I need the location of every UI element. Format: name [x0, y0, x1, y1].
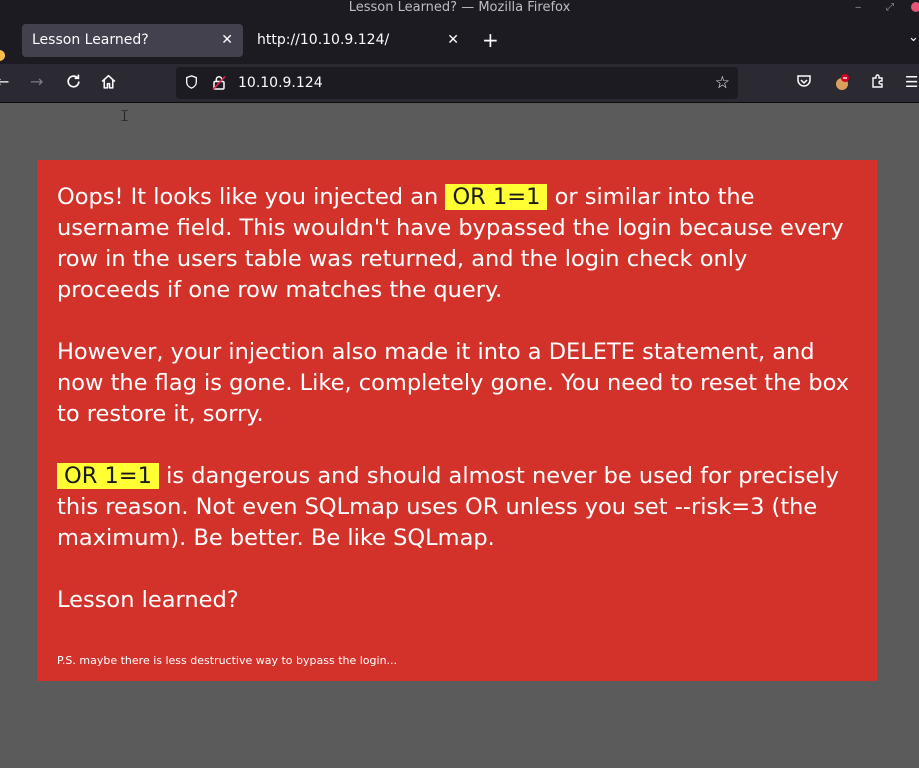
extension-icon[interactable]	[833, 73, 851, 95]
menu-icon[interactable]: ☰	[905, 73, 918, 91]
tab-lesson-learned[interactable]: Lesson Learned? ✕	[22, 24, 243, 57]
minimize-icon[interactable]: ‒	[855, 0, 861, 15]
window-title: Lesson Learned? — Mozilla Firefox	[348, 0, 571, 15]
delete-warning-paragraph: However, your injection also made it int…	[57, 339, 850, 427]
or-1-1-highlight: OR 1=1	[445, 184, 548, 210]
back-arrow-icon[interactable]: ←	[0, 73, 9, 91]
para1-text-before: Oops! It looks like you injected an	[57, 184, 446, 210]
or-1-1-highlight: OR 1=1	[57, 463, 159, 489]
tab-strip: Lesson Learned? ✕ http://10.10.9.124/ ✕ …	[0, 16, 919, 64]
puzzle-icon[interactable]	[870, 73, 886, 93]
para3-text-after: is dangerous and should almost never be …	[57, 463, 839, 551]
home-icon[interactable]	[100, 73, 117, 94]
lock-icon[interactable]	[212, 75, 226, 90]
bookmark-star-icon[interactable]: ☆	[715, 73, 730, 93]
explanation-paragraph: Oops! It looks like you injected an OR 1…	[57, 182, 857, 306]
maximize-icon[interactable]: ⤢	[886, 0, 894, 15]
reload-icon[interactable]	[65, 73, 82, 94]
navigation-toolbar: ← → 10.10.9.124 ☆ ☰	[0, 64, 919, 103]
lesson-panel: Oops! It looks like you injected an OR 1…	[37, 160, 877, 681]
url-text[interactable]: 10.10.9.124	[238, 67, 323, 99]
tab-label: Lesson Learned?	[32, 32, 149, 48]
forward-arrow-icon[interactable]: →	[30, 73, 43, 91]
text-cursor-icon: 𝙸	[119, 106, 131, 125]
new-tab-button[interactable]: +	[482, 30, 499, 50]
pocket-icon[interactable]	[796, 73, 812, 93]
url-bar[interactable]: 10.10.9.124 ☆	[176, 67, 738, 99]
tab-close-icon[interactable]: ✕	[447, 24, 459, 57]
lesson-learned-text: Lesson learned?	[57, 587, 239, 613]
shield-icon[interactable]	[185, 75, 198, 89]
tab-close-icon[interactable]: ✕	[221, 24, 233, 57]
danger-paragraph: OR 1=1 is dangerous and should almost ne…	[57, 461, 857, 554]
ps-note: P.S. maybe there is less destructive way…	[57, 654, 398, 667]
tab-url[interactable]: http://10.10.9.124/ ✕	[247, 24, 469, 57]
close-window-icon[interactable]	[911, 2, 919, 12]
tab-label: http://10.10.9.124/	[257, 32, 390, 48]
firefox-view-icon[interactable]	[0, 50, 5, 61]
tab-list-chevron-icon[interactable]: ⌄	[908, 30, 919, 45]
window-titlebar: Lesson Learned? — Mozilla Firefox ‒ ⤢	[0, 0, 919, 16]
